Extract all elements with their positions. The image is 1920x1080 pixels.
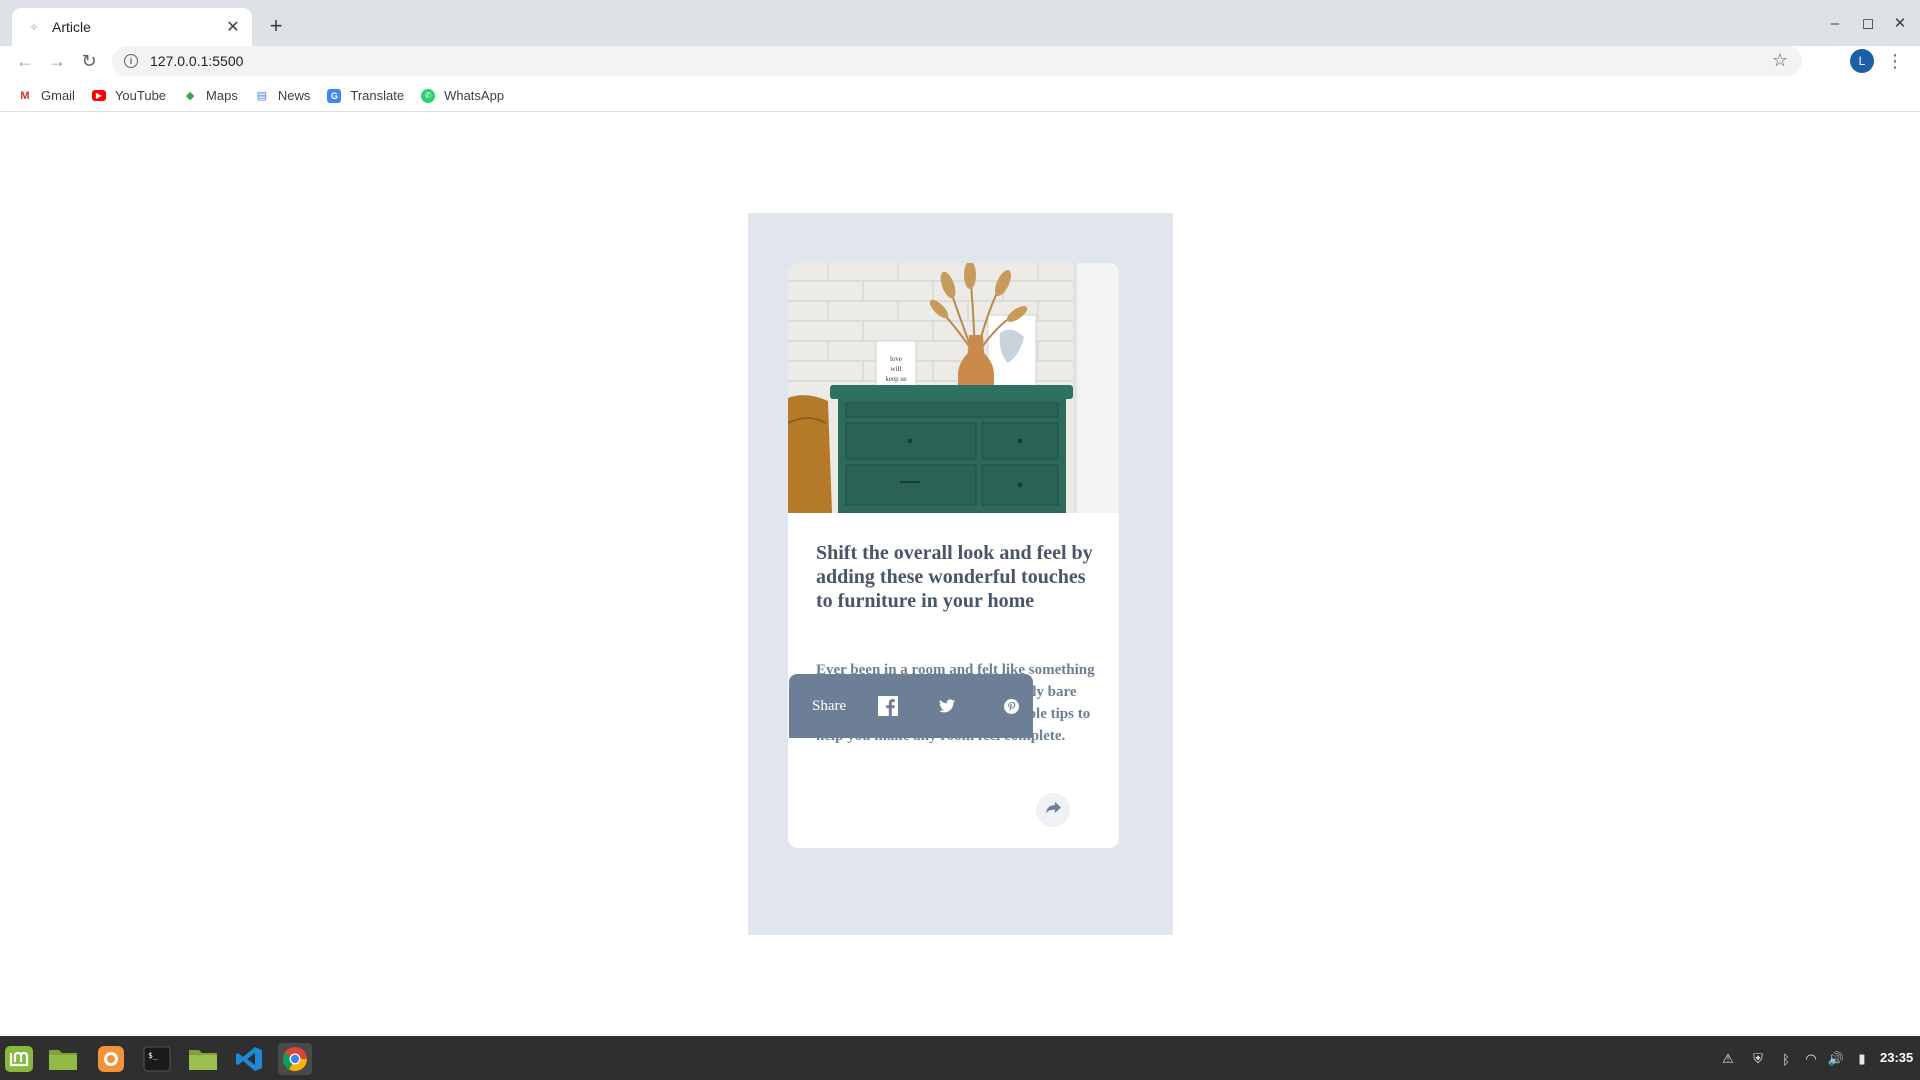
- share-panel: Share: [789, 674, 1033, 738]
- profile-avatar[interactable]: L: [1850, 49, 1874, 73]
- forward-icon[interactable]: →: [44, 48, 70, 74]
- window-close-icon[interactable]: ✕: [1887, 10, 1913, 36]
- files-green-icon[interactable]: [46, 1043, 80, 1075]
- new-tab-button[interactable]: +: [262, 12, 290, 40]
- battery-icon[interactable]: ▮: [1852, 1049, 1872, 1069]
- article-image: love will keep us: [788, 263, 1119, 513]
- reload-icon[interactable]: ↻: [76, 48, 102, 74]
- maps-icon: ◆: [185, 90, 195, 102]
- bookmark-label: Gmail: [41, 88, 75, 103]
- folder-icon[interactable]: [186, 1043, 220, 1075]
- bookmark-news[interactable]: ▤ News: [255, 88, 311, 103]
- facebook-icon[interactable]: [878, 696, 898, 716]
- bookmark-label: News: [277, 88, 311, 103]
- bookmark-whatsapp[interactable]: ✆ WhatsApp: [421, 88, 504, 103]
- back-icon[interactable]: ←: [12, 48, 38, 74]
- bookmark-maps[interactable]: ◆ Maps: [183, 88, 238, 103]
- translate-icon: G: [327, 88, 342, 103]
- svg-text:will: will: [891, 365, 902, 373]
- chrome-icon[interactable]: [278, 1043, 312, 1075]
- tab-close-icon[interactable]: ✕: [222, 16, 244, 38]
- svg-text:love: love: [890, 355, 902, 363]
- tab-strip: ✧ Article ✕ + – ◻ ✕: [0, 0, 1920, 46]
- bookmark-label: WhatsApp: [444, 88, 505, 103]
- pinterest-icon[interactable]: [1001, 696, 1021, 716]
- twitter-icon[interactable]: [937, 696, 957, 716]
- bookmarks-bar: M Gmail ▶ YouTube ◆ Maps ▤ News G Transl…: [0, 80, 1920, 112]
- bookmark-star-icon[interactable]: ☆: [1772, 50, 1788, 71]
- bookmark-label: Translate: [350, 88, 405, 103]
- wifi-icon[interactable]: ◠: [1801, 1049, 1821, 1069]
- page-viewport: love will keep us Shift the overall look…: [0, 113, 1920, 1036]
- shield-icon[interactable]: ⛨: [1748, 1049, 1768, 1069]
- gmail-icon: M: [20, 89, 30, 102]
- article-title: Shift the overall look and feel by addin…: [816, 542, 1093, 612]
- news-icon: ▤: [256, 90, 268, 102]
- article-card: love will keep us Shift the overall look…: [788, 263, 1119, 848]
- bookmark-gmail[interactable]: M Gmail: [18, 88, 75, 103]
- page-background: love will keep us Shift the overall look…: [748, 213, 1173, 935]
- share-icon: [1045, 801, 1061, 819]
- tab-favicon-icon: ✧: [29, 21, 39, 34]
- svg-text:keep us: keep us: [885, 375, 906, 383]
- bookmark-youtube[interactable]: ▶ YouTube: [91, 88, 167, 103]
- warning-icon[interactable]: ⚠: [1718, 1049, 1738, 1069]
- mint-menu-icon[interactable]: [2, 1043, 36, 1075]
- share-label: Share: [812, 697, 847, 714]
- bookmark-label: Maps: [206, 88, 238, 103]
- whatsapp-icon: ✆: [421, 88, 436, 103]
- maximize-icon[interactable]: ◻: [1855, 10, 1881, 36]
- clock[interactable]: 23:35: [1880, 1050, 1913, 1065]
- terminal-icon[interactable]: $_: [140, 1043, 174, 1075]
- share-toggle-button[interactable]: [1036, 793, 1070, 827]
- tab-article[interactable]: ✧ Article ✕: [12, 8, 252, 46]
- bookmark-label: YouTube: [114, 88, 167, 103]
- firefox-icon[interactable]: [94, 1043, 128, 1075]
- drawers-photo: love will keep us: [788, 263, 1119, 513]
- minimize-icon[interactable]: –: [1822, 10, 1848, 36]
- url-text[interactable]: 127.0.0.1:5500: [150, 53, 243, 69]
- youtube-icon: ▶: [91, 90, 106, 101]
- browser-toolbar: ← → ↻ i 127.0.0.1:5500 ☆ L ⋮: [0, 46, 1920, 76]
- vscode-icon[interactable]: [232, 1043, 266, 1075]
- tab-title: Article: [52, 19, 91, 35]
- site-info-icon[interactable]: i: [124, 54, 138, 68]
- address-bar[interactable]: i 127.0.0.1:5500 ☆: [112, 46, 1802, 76]
- volume-icon[interactable]: 🔊: [1826, 1049, 1846, 1069]
- system-taskbar: $_ ⚠ ⛨ ᛒ ◠ 🔊 ▮ 23:35: [0, 1036, 1920, 1080]
- svg-text:$_: $_: [148, 1051, 158, 1060]
- browser-menu-icon[interactable]: ⋮: [1886, 48, 1904, 74]
- bookmark-translate[interactable]: G Translate: [327, 88, 404, 103]
- bluetooth-icon[interactable]: ᛒ: [1776, 1049, 1796, 1069]
